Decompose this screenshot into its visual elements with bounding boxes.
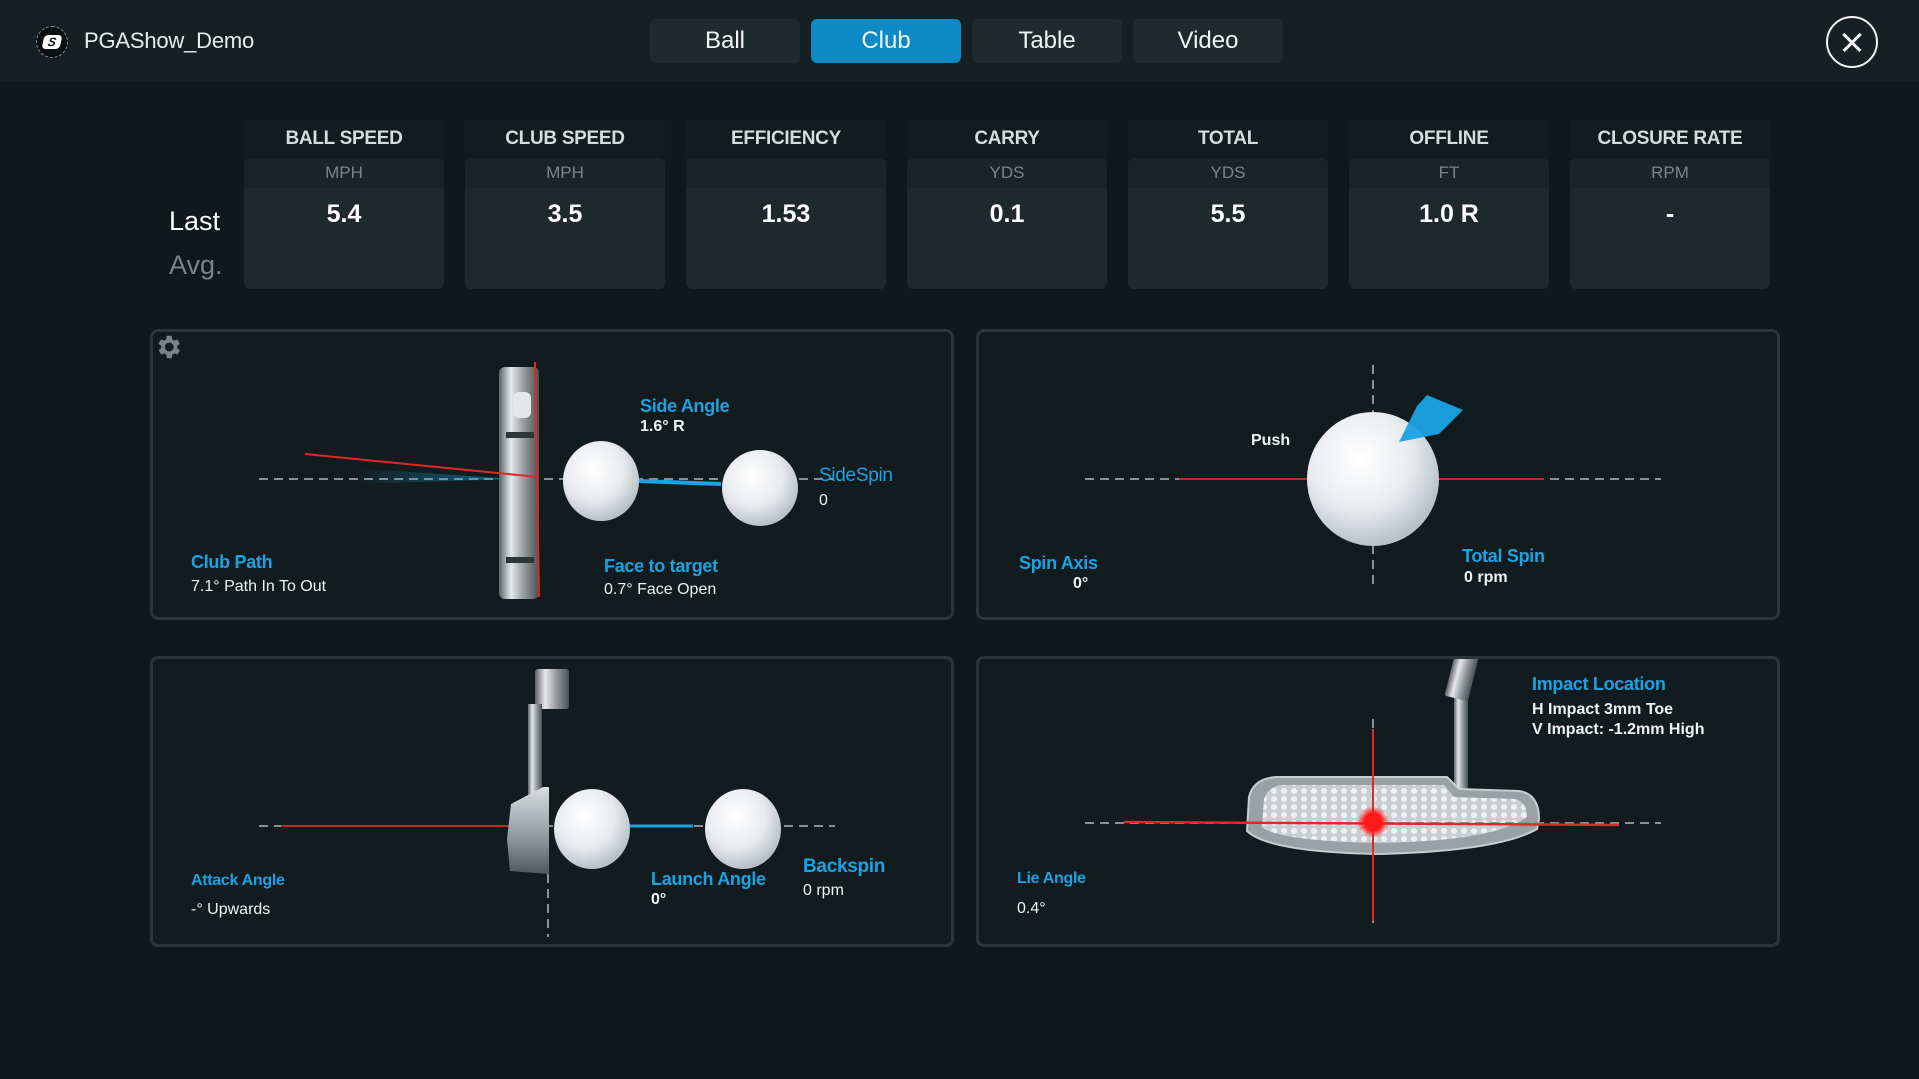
club-path-value: 7.1° Path In To Out [191,578,327,595]
face-to-target-value: 0.7° Face Open [604,581,717,598]
spin-axis-diagram [1085,365,1661,586]
side-angle-label: Side Angle [640,396,730,416]
metric-unit: RPM [1570,158,1770,188]
top-bar: S PGAShow_Demo Ball Club Table Video [0,0,1919,82]
attack-angle-value: -° Upwards [191,901,271,918]
metric-closure-rate: CLOSURE RATE RPM - [1570,120,1770,289]
tab-video[interactable]: Video [1133,19,1283,63]
s-logo-icon: S [36,26,68,58]
metric-last-value: - [1570,188,1770,289]
golf-ball-icon [705,789,781,869]
sidespin-value: 0 [819,492,828,509]
putter-grip-icon [535,669,569,709]
path-glow [353,468,513,484]
metric-unit: YDS [907,158,1107,188]
putter-head-side-icon [507,787,549,874]
total-spin-value: 0 rpm [1464,569,1508,586]
golf-ball-icon [722,450,798,526]
h-impact-value: H Impact 3mm Toe [1532,701,1674,718]
metric-last-value: 0.1 [907,188,1107,289]
row-label-avg: Avg. [169,250,223,280]
sidespin-label: SideSpin [819,465,893,486]
metric-name: TOTAL [1128,120,1328,158]
metric-club-speed: CLUB SPEED MPH 3.5 [465,120,665,289]
backspin-value: 0 rpm [803,882,844,899]
metric-name: EFFICIENCY [686,120,886,158]
club-top-view-panel: Side Angle 1.6° R SideSpin 0 Club Path 7… [150,329,954,620]
close-button[interactable] [1826,16,1878,68]
spin-axis-panel: Push Spin Axis 0° Total Spin 0 rpm [976,329,1780,620]
impact-point-marker [1357,806,1389,838]
metric-last-value: 5.4 [244,188,444,289]
view-tabs: Ball Club Table Video [650,19,1283,63]
total-spin-label: Total Spin [1462,546,1545,566]
club-side-view-panel: Attack Angle -° Upwards Launch Angle 0° … [150,656,954,947]
golf-ball-icon [554,789,630,869]
metric-last-value: 1.53 [686,188,886,289]
spin-direction-arrow-icon [1399,395,1463,442]
metric-unit: MPH [244,158,444,188]
metric-ball-speed: BALL SPEED MPH 5.4 [244,120,444,289]
side-angle-value: 1.6° R [640,418,685,435]
metrics-row: BALL SPEED MPH 5.4 CLUB SPEED MPH 3.5 EF… [244,120,1770,289]
lie-angle-label: Lie Angle [1017,870,1086,887]
attack-angle-label: Attack Angle [191,872,285,889]
metric-total: TOTAL YDS 5.5 [1128,120,1328,289]
metric-offline: OFFLINE FT 1.0 R [1349,120,1549,289]
lie-angle-value: 0.4° [1017,900,1046,917]
backspin-label: Backspin [803,856,886,877]
golf-ball-icon [563,441,639,521]
metric-unit: YDS [1128,158,1328,188]
row-label-last: Last [169,206,221,236]
metric-last-value: 3.5 [465,188,665,289]
side-view-diagram [259,669,835,937]
tab-table[interactable]: Table [972,19,1122,63]
spin-axis-label: Spin Axis [1019,553,1098,573]
gear-icon[interactable] [153,332,183,362]
face-to-target-label: Face to target [604,556,718,576]
metric-name: CLUB SPEED [465,120,665,158]
metric-unit: MPH [465,158,665,188]
app-title: PGAShow_Demo [84,28,255,53]
metric-name: CLOSURE RATE [1570,120,1770,158]
metric-last-value: 1.0 R [1349,188,1549,289]
metric-name: OFFLINE [1349,120,1549,158]
metric-efficiency: EFFICIENCY 1.53 [686,120,886,289]
tab-ball[interactable]: Ball [650,19,800,63]
shot-shape-label: Push [1251,432,1291,449]
metric-name: CARRY [907,120,1107,158]
spin-axis-value: 0° [1073,575,1089,592]
impact-location-panel: Impact Location H Impact 3mm Toe V Impac… [976,656,1780,947]
metric-name: BALL SPEED [244,120,444,158]
v-impact-value: V Impact: -1.2mm High [1532,721,1705,738]
launch-angle-value: 0° [651,891,667,908]
tab-club[interactable]: Club [811,19,961,63]
metric-unit: FT [1349,158,1549,188]
launch-angle-label: Launch Angle [651,869,766,889]
club-path-label: Club Path [191,552,273,572]
metric-carry: CARRY YDS 0.1 [907,120,1107,289]
metric-unit [686,158,886,188]
impact-location-label: Impact Location [1532,674,1666,694]
metric-last-value: 5.5 [1128,188,1328,289]
